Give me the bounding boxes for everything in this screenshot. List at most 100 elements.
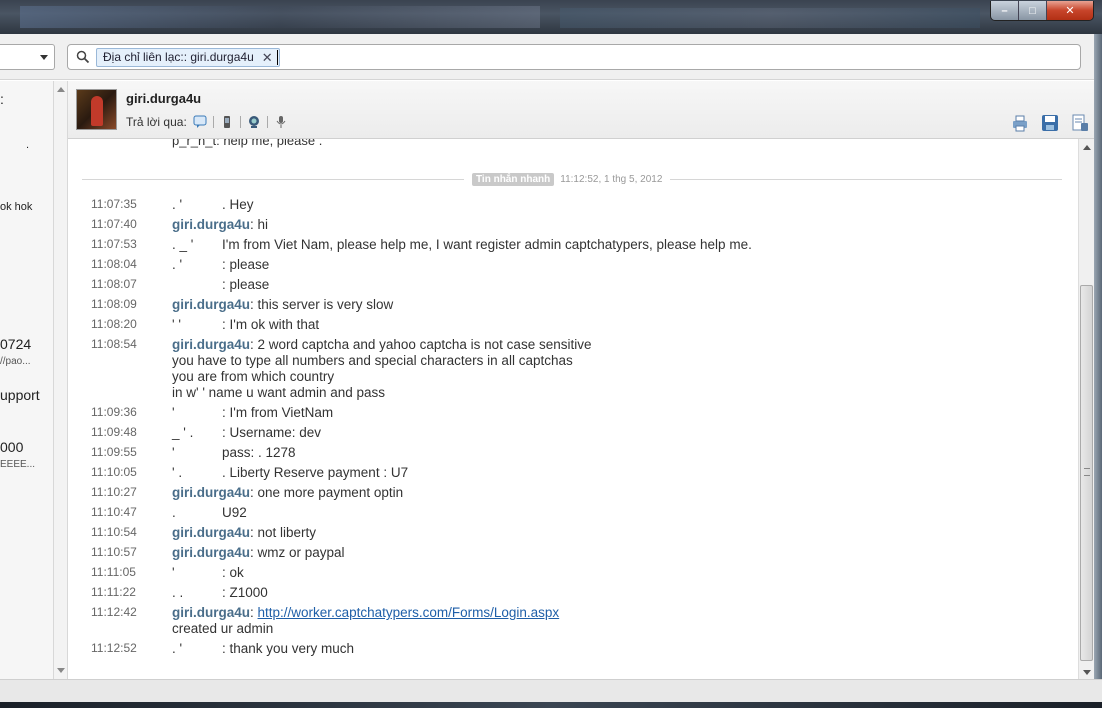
- message-time: 11:08:07: [91, 277, 137, 291]
- search-input[interactable]: Địa chỉ liên lạc:: giri.durga4u ✕: [67, 44, 1081, 70]
- message-sender: ': [172, 445, 175, 460]
- print-icon[interactable]: [1010, 113, 1030, 133]
- message-line: giri.durga4u: one more payment optin: [172, 485, 403, 501]
- sidebar-snippet[interactable]: ok hok: [0, 201, 32, 213]
- message-link[interactable]: http://worker.captchatypers.com/Forms/Lo…: [258, 605, 560, 620]
- message-text: : I'm ok with that: [222, 317, 320, 332]
- scroll-up-icon[interactable]: [1083, 145, 1091, 150]
- grip-icon: [1084, 468, 1090, 476]
- sidebar-snippet[interactable]: 000: [0, 439, 23, 455]
- scroll-thumb[interactable]: [1080, 285, 1093, 661]
- mobile-phone-icon[interactable]: [220, 115, 234, 129]
- scroll-down-icon[interactable]: [57, 668, 65, 673]
- message-text: : I'm from VietNam: [222, 405, 334, 420]
- delete-history-icon[interactable]: [1070, 113, 1090, 133]
- message-history: p_r_n_t: help me, please . Tin nhắn nhan…: [68, 139, 1078, 679]
- bottom-bar: [0, 679, 1102, 708]
- message-line: : please: [172, 277, 269, 293]
- save-icon[interactable]: [1040, 113, 1060, 133]
- avatar[interactable]: [76, 89, 117, 130]
- message-body: giri.durga4u: not liberty: [172, 525, 316, 541]
- scroll-down-icon[interactable]: [1083, 670, 1091, 675]
- message-body: . U92: [172, 505, 247, 521]
- message-sender: . ': [172, 641, 183, 656]
- message-line: giri.durga4u: http://worker.captchatyper…: [172, 605, 560, 620]
- message-line: ' . . Liberty Reserve payment : U7: [172, 465, 408, 481]
- message-sender: giri.durga4u: [172, 337, 251, 352]
- search-icon: [76, 50, 90, 64]
- message-time: 11:11:05: [91, 565, 136, 579]
- message-text: : please: [222, 257, 270, 272]
- message-time: 11:10:57: [91, 545, 137, 559]
- message-text: . Liberty Reserve payment : U7: [222, 465, 409, 480]
- message-sender: . ': [172, 257, 183, 272]
- sidebar-snippet[interactable]: 0724: [0, 336, 31, 352]
- message-time: 11:10:47: [91, 505, 137, 519]
- message-line: ' ': I'm ok with that: [172, 317, 319, 333]
- message-continuation: in w' ' name u want admin and pass: [172, 385, 386, 400]
- message-text: : Username: dev: [222, 425, 322, 440]
- message-line: ' pass: . 1278: [172, 445, 296, 461]
- message-line: . ' : please: [172, 257, 269, 273]
- message-line: . ': thank you very much: [172, 641, 354, 657]
- message-body: giri.durga4u: hi: [172, 217, 268, 233]
- message-time: 11:10:27: [91, 485, 137, 499]
- message-line: ': ok: [172, 565, 244, 581]
- contact-filter-chip[interactable]: Địa chỉ liên lạc:: giri.durga4u ✕: [96, 48, 280, 67]
- text-caret: [277, 50, 278, 65]
- sidebar-list: : . ok hok 0724 //pao... upport 000 EEEE…: [0, 81, 54, 679]
- minimize-button[interactable]: –: [991, 1, 1019, 20]
- message-text: : please: [222, 277, 270, 292]
- taskbar-strip: [0, 702, 1102, 708]
- sidebar-snippet: //pao...: [0, 356, 31, 367]
- message-body: giri.durga4u: this server is very slow: [172, 297, 393, 313]
- close-button[interactable]: ✕: [1047, 1, 1093, 20]
- message-time: 11:07:40: [91, 217, 137, 231]
- maximize-button[interactable]: □: [1019, 1, 1047, 20]
- view-dropdown[interactable]: [0, 44, 55, 70]
- message-time: 11:09:48: [91, 425, 137, 439]
- message-body: ' pass: . 1278: [172, 445, 296, 461]
- session-divider-label: Tin nhắn nhanh 11:12:52, 1 thg 5, 2012: [464, 173, 671, 186]
- search-row: Địa chỉ liên lạc:: giri.durga4u ✕: [0, 34, 1102, 80]
- separator: [266, 116, 268, 128]
- message-text: : hi: [250, 217, 269, 232]
- microphone-icon[interactable]: [274, 115, 288, 129]
- message-line: . U92: [172, 505, 247, 521]
- chat-bubble-icon[interactable]: [193, 115, 207, 129]
- chevron-down-icon: [40, 55, 48, 60]
- chip-remove-icon[interactable]: ✕: [262, 49, 273, 66]
- chat-scrollbar[interactable]: [1078, 139, 1094, 679]
- message-time: 11:07:53: [91, 237, 137, 251]
- message-sender: . _ ': [172, 237, 194, 252]
- separator: [212, 116, 214, 128]
- message-line: giri.durga4u: not liberty: [172, 525, 316, 541]
- separator: [239, 116, 241, 128]
- message-line: giri.durga4u: wmz or paypal: [172, 545, 345, 561]
- message-time: 11:07:35: [91, 197, 137, 211]
- message-body: ': I'm from VietNam: [172, 405, 333, 421]
- sidebar-snippet: :: [0, 91, 4, 107]
- video-call-icon[interactable]: [247, 115, 261, 129]
- message-time: 11:08:54: [91, 337, 137, 351]
- message-sender: ': [172, 565, 175, 580]
- message-time: 11:10:54: [91, 525, 137, 539]
- sidebar-scrollbar[interactable]: [54, 81, 68, 679]
- avatar-figure: [91, 96, 103, 126]
- message-body: giri.durga4u: 2 word captcha and yahoo c…: [172, 337, 591, 401]
- conversation-header: giri.durga4u Trả lời qua:: [68, 81, 1102, 139]
- message-time: 11:09:36: [91, 405, 137, 419]
- message-text: : not liberty: [250, 525, 317, 540]
- message-text: : Z1000: [222, 585, 268, 600]
- scroll-up-icon[interactable]: [57, 87, 65, 92]
- window-frame-edge: [1094, 34, 1102, 708]
- message-time: 11:12:52: [91, 641, 137, 655]
- message-line: . ' . Hey: [172, 197, 254, 213]
- message-body: _ ' . : Username: dev: [172, 425, 321, 441]
- message-text: . Hey: [222, 197, 254, 212]
- message-body: . ': thank you very much: [172, 641, 354, 657]
- message-time: 11:10:05: [91, 465, 137, 479]
- sidebar-snippet[interactable]: upport: [0, 387, 40, 403]
- message-continuation: you have to type all numbers and special…: [172, 353, 573, 368]
- message-sender: _ ' .: [172, 425, 194, 440]
